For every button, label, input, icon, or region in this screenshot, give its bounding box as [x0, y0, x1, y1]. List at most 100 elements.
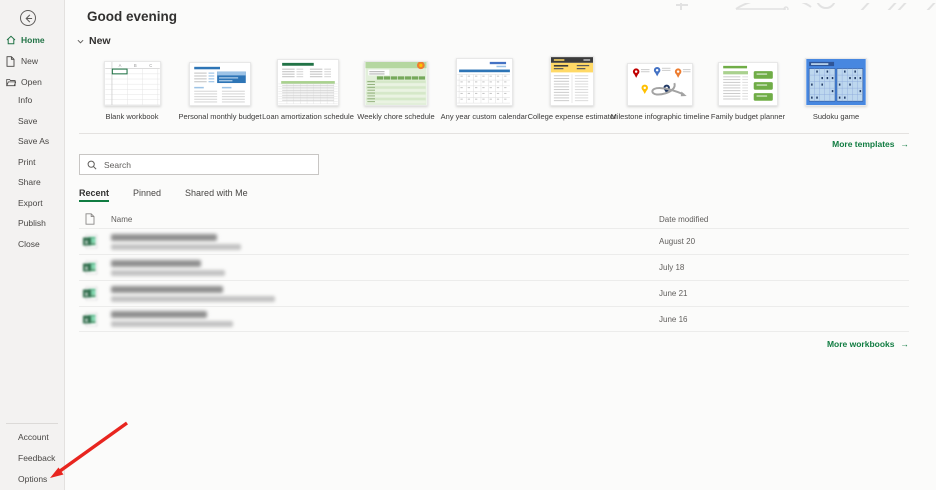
recent-file-row[interactable]: x August 20: [79, 228, 909, 254]
more-templates-label: More templates: [832, 139, 894, 149]
chevron-down-icon: [77, 39, 84, 44]
template-card-label: Milestone infographic timeline: [611, 112, 710, 121]
sidebar-item-share[interactable]: Share: [18, 177, 41, 187]
template-card-label: Family budget planner: [711, 112, 785, 121]
template-card-label: Any year custom calendar: [441, 112, 528, 121]
tab-recent[interactable]: Recent: [79, 188, 109, 202]
svg-text:x: x: [85, 291, 89, 298]
tab-shared-with-me[interactable]: Shared with Me: [185, 188, 248, 202]
sidebar-divider: [6, 423, 58, 424]
back-button[interactable]: [20, 10, 36, 26]
more-workbooks-label: More workbooks: [827, 339, 895, 349]
sidebar-item-export[interactable]: Export: [18, 198, 43, 208]
template-card-milestone-infographic-timeline[interactable]: Milestone infographic timeline: [616, 55, 704, 121]
svg-text:B: B: [133, 63, 136, 68]
template-card-label: Personal monthly budget: [179, 112, 262, 121]
template-card-college-expense-estimator[interactable]: College expense estimator: [528, 55, 616, 121]
page-title: Good evening: [87, 9, 177, 24]
home-icon: [6, 35, 16, 45]
template-thumbnail-sudoku: [805, 55, 867, 106]
sidebar-item-open[interactable]: Open: [6, 75, 42, 89]
file-name-redacted: [111, 260, 659, 276]
file-date-modified: June 21: [659, 289, 909, 298]
more-templates-link[interactable]: More templates →: [79, 139, 909, 149]
template-card-label: Sudoku game: [813, 112, 859, 121]
recent-file-row[interactable]: x June 21: [79, 280, 909, 306]
template-thumbnail-budget_blue: [189, 55, 251, 106]
sidebar-item-new[interactable]: New: [6, 54, 38, 68]
template-thumbnail-family: [718, 55, 778, 106]
redacted-file-path: [111, 321, 233, 327]
sidebar-item-label: Open: [21, 77, 42, 87]
template-thumbnail-college: [550, 55, 594, 106]
table-header-row: Name Date modified: [79, 210, 909, 228]
search-input[interactable]: [104, 160, 311, 170]
arrow-right-icon: →: [901, 339, 910, 349]
date-modified-column-header[interactable]: Date modified: [659, 215, 909, 224]
new-file-icon: [6, 56, 16, 66]
file-date-modified: June 16: [659, 315, 909, 324]
file-date-modified: August 20: [659, 237, 909, 246]
template-card-blank-workbook[interactable]: ABCBlank workbook: [88, 55, 176, 121]
sidebar-item-feedback[interactable]: Feedback: [18, 453, 55, 463]
template-thumbnail-chore: [364, 55, 428, 106]
file-name-redacted: [111, 286, 659, 302]
redacted-file-path: [111, 244, 241, 250]
template-card-loan-amortization-schedule[interactable]: Loan amortization schedule: [264, 55, 352, 121]
sidebar-item-home[interactable]: Home: [6, 33, 45, 47]
new-section-label: New: [89, 35, 111, 47]
sidebar-item-account[interactable]: Account: [18, 432, 49, 442]
recent-files-table: Name Date modified x August 20 x July 18 x Ju…: [79, 210, 909, 332]
divider: [79, 133, 909, 134]
redacted-file-name: [111, 286, 223, 293]
sidebar-item-info[interactable]: Info: [18, 95, 32, 105]
decorative-artwork: [676, 0, 936, 10]
document-icon: [85, 213, 95, 225]
svg-text:x: x: [85, 317, 89, 324]
more-workbooks-link[interactable]: More workbooks →: [79, 339, 909, 349]
template-card-any-year-custom-calendar[interactable]: Any year custom calendar: [440, 55, 528, 121]
redacted-file-name: [111, 311, 207, 318]
excel-file-icon: x: [79, 260, 111, 275]
redacted-file-name: [111, 260, 201, 267]
table-body: x August 20 x July 18 x June 21 x June 16: [79, 228, 909, 332]
excel-file-icon: x: [79, 312, 111, 327]
sidebar-item-options[interactable]: Options: [18, 474, 47, 484]
backstage-content: Good evening New ABCBlank workbookPerson…: [66, 0, 936, 490]
sidebar-item-print[interactable]: Print: [18, 157, 35, 167]
arrow-right-icon: →: [901, 139, 910, 149]
new-section-header[interactable]: New: [77, 35, 111, 47]
recent-file-row[interactable]: x July 18: [79, 254, 909, 280]
template-card-family-budget-planner[interactable]: Family budget planner: [704, 55, 792, 121]
sidebar-item-label: Home: [21, 35, 45, 45]
file-name-redacted: [111, 311, 659, 327]
redacted-file-name: [111, 234, 217, 241]
file-date-modified: July 18: [659, 263, 909, 272]
open-folder-icon: [6, 77, 16, 87]
svg-text:x: x: [85, 265, 89, 272]
sidebar-item-publish[interactable]: Publish: [18, 218, 46, 228]
template-card-label: College expense estimator: [528, 112, 617, 121]
file-name-redacted: [111, 234, 659, 250]
template-card-sudoku-game[interactable]: Sudoku game: [792, 55, 880, 121]
back-arrow-icon: [24, 14, 33, 23]
template-card-label: Weekly chore schedule: [357, 112, 434, 121]
tab-pinned[interactable]: Pinned: [133, 188, 161, 202]
file-type-column-icon: [79, 213, 111, 225]
template-thumbnail-loan: [277, 55, 339, 106]
sidebar-item-save[interactable]: Save: [18, 116, 37, 126]
excel-file-icon: x: [79, 234, 111, 249]
name-column-header[interactable]: Name: [111, 215, 659, 224]
template-card-personal-monthly-budget[interactable]: Personal monthly budget: [176, 55, 264, 121]
sidebar-item-label: New: [21, 56, 38, 66]
search-box[interactable]: [79, 154, 319, 175]
redacted-file-path: [111, 270, 225, 276]
template-gallery: ABCBlank workbookPersonal monthly budget…: [88, 55, 880, 121]
template-thumbnail-calendar: [456, 55, 513, 106]
sidebar-item-close[interactable]: Close: [18, 239, 40, 249]
template-card-weekly-chore-schedule[interactable]: Weekly chore schedule: [352, 55, 440, 121]
sidebar-item-save-as[interactable]: Save As: [18, 136, 49, 146]
template-card-label: Blank workbook: [106, 112, 159, 121]
recent-file-row[interactable]: x June 16: [79, 306, 909, 332]
redacted-file-path: [111, 296, 275, 302]
